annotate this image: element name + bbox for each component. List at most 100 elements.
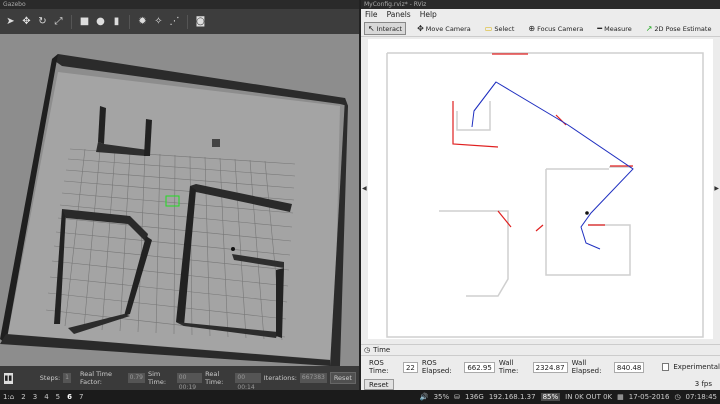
gazebo-window: Gazebo ➤ ✥ ↻ ⤢ ■ ● ▮ ✹ ✧ ⋰ ◙ ▮▮ Steps: 1… — [0, 0, 359, 391]
gazebo-toolbar: ➤ ✥ ↻ ⤢ ■ ● ▮ ✹ ✧ ⋰ ◙ — [0, 9, 359, 34]
disk-icon: ⛁ — [454, 393, 461, 401]
workspace-6[interactable]: 6 — [67, 393, 72, 401]
workspace-7[interactable]: 7 — [79, 393, 83, 401]
planned-path-branch — [471, 81, 497, 128]
wall-time-label: Wall Time: — [498, 359, 519, 375]
toolbar-divider — [71, 14, 72, 29]
time-row: ROS Time: 22 ROS Elapsed: 662.95 Wall Ti… — [361, 359, 720, 375]
translate-icon[interactable]: ✥ — [20, 15, 33, 28]
real-time-label: Real Time: — [205, 370, 224, 386]
ruler-icon: ━ — [597, 24, 603, 33]
time: 07:18:45 — [685, 393, 717, 401]
pause-button[interactable]: ▮▮ — [4, 372, 13, 384]
fps-readout: 3 fps — [694, 380, 712, 388]
steps-field[interactable]: 1 — [63, 373, 71, 383]
screenshot-icon[interactable]: ◙ — [194, 15, 207, 28]
laser-scan — [452, 53, 633, 232]
steps-label: Steps: — [39, 374, 61, 382]
system-tray: 🔊 35% ⛁ 136G 192.168.1.37 85% IN 0K OUT … — [420, 393, 720, 401]
ros-elapsed-label: ROS Elapsed: — [421, 359, 452, 375]
real-time-field: 00 00:14 — [235, 373, 261, 391]
scale-icon[interactable]: ⤢ — [52, 15, 65, 28]
time-panel: ◷ Time ROS Time: 22 ROS Elapsed: 662.95 … — [361, 344, 720, 390]
cylinder-icon[interactable]: ▮ — [110, 15, 123, 28]
tool-bar: ↖ Interact ✥ Move Camera ▭ Select ⊕ Focus Ca… — [361, 21, 720, 37]
time-panel-header: ◷ Time — [361, 345, 720, 356]
map-render — [386, 52, 704, 338]
tool-label: Move Camera — [425, 24, 471, 33]
time-panel-title: Time — [373, 346, 391, 354]
experimental-checkbox[interactable] — [662, 363, 670, 371]
clock-icon: ◷ — [364, 346, 371, 354]
pointer-icon[interactable]: ➤ — [4, 15, 17, 28]
sphere-icon[interactable]: ● — [94, 15, 107, 28]
map-walls — [386, 52, 704, 338]
tool-interact[interactable]: ↖ Interact — [364, 22, 407, 35]
menu-panels[interactable]: Panels — [387, 9, 411, 21]
tool-focus-camera[interactable]: ⊕ Focus Camera — [525, 23, 586, 34]
box-model[interactable] — [212, 139, 220, 147]
tool-move-camera[interactable]: ✥ Move Camera — [414, 23, 474, 34]
tool-measure[interactable]: ━ Measure — [594, 23, 634, 34]
left-panel-toggle-icon[interactable]: ◀ — [362, 185, 367, 192]
wall-time-field: 2324.87 — [532, 361, 568, 373]
right-panel-toggle-icon[interactable]: ▶ — [714, 185, 719, 192]
ros-time-label: ROS Time: — [369, 359, 389, 375]
rotate-icon[interactable]: ↻ — [36, 15, 49, 28]
sim-time-field: 00 00:19 — [176, 373, 203, 391]
gazebo-status-bar: ▮▮ Steps: 1 Real Time Factor: 0.79 Sim T… — [0, 366, 359, 391]
workspace-1[interactable]: 1:⌂ — [3, 393, 14, 401]
ip-address: 192.168.1.37 — [488, 393, 536, 401]
workspace-switcher: 1:⌂ 2 3 4 5 6 7 — [0, 393, 83, 401]
window-title: Gazebo — [0, 0, 359, 9]
menu-bar: File Panels Help — [361, 9, 720, 21]
iterations-field: 667383 — [299, 373, 327, 383]
workspace-2[interactable]: 2 — [21, 393, 25, 401]
rtf-field: 0.79 — [127, 373, 145, 383]
tool-label: Select — [494, 24, 515, 33]
tool-label: Measure — [604, 24, 632, 33]
menu-file[interactable]: File — [365, 9, 378, 21]
clock-icon: ◷ — [674, 393, 681, 401]
tool-label: Focus Camera — [537, 24, 584, 33]
pose-arrow-icon: ↗ — [645, 24, 653, 33]
rviz-map-view[interactable] — [368, 39, 713, 339]
box-icon[interactable]: ■ — [78, 15, 91, 28]
window-title: MyConfig.rviz* - RViz — [361, 0, 720, 9]
robot-pose — [585, 211, 589, 215]
rtf-label: Real Time Factor: — [79, 370, 112, 386]
network-io: IN 0K OUT 0K — [565, 393, 613, 401]
tool-label: Interact — [376, 24, 403, 33]
select-icon: ▭ — [484, 24, 493, 33]
dirlight-icon[interactable]: ⋰ — [168, 15, 181, 28]
ros-elapsed-field: 662.95 — [464, 361, 495, 373]
move-camera-icon: ✥ — [417, 24, 424, 33]
toolbar-divider — [187, 14, 188, 29]
sun-icon[interactable]: ✹ — [136, 15, 149, 28]
wall-elapsed-label: Wall Elapsed: — [571, 359, 602, 375]
experimental-label: Experimental — [673, 363, 720, 371]
sim-time-label: Sim Time: — [147, 370, 167, 386]
menu-help[interactable]: Help — [420, 9, 437, 21]
tool-2d-pose-estimate[interactable]: ↗ 2D Pose Estimate — [643, 23, 715, 34]
system-taskbar: 1:⌂ 2 3 4 5 6 7 🔊 35% ⛁ 136G 192.168.1.3… — [0, 390, 720, 404]
workspace-5[interactable]: 5 — [56, 393, 60, 401]
rviz-window: MyConfig.rviz* - RViz File Panels Help ↖… — [361, 0, 720, 390]
gazebo-3d-viewport[interactable] — [0, 34, 359, 366]
tool-select[interactable]: ▭ Select — [482, 23, 518, 34]
disk-free: 136G — [465, 393, 484, 401]
spotlight-icon[interactable]: ✧ — [152, 15, 165, 28]
volume-icon[interactable]: 🔊 — [420, 393, 429, 401]
workspace-3[interactable]: 3 — [33, 393, 37, 401]
scene-render — [0, 34, 359, 366]
calendar-icon: ▦ — [617, 393, 624, 401]
ros-time-field: 22 — [402, 361, 418, 373]
rviz-reset-button[interactable]: Reset — [364, 379, 394, 390]
robot-model[interactable] — [231, 247, 235, 251]
focus-camera-icon: ⊕ — [528, 24, 536, 33]
gazebo-reset-button[interactable]: Reset — [329, 372, 356, 384]
battery-level: 85% — [540, 393, 561, 401]
workspace-4[interactable]: 4 — [44, 393, 48, 401]
toolbar-divider — [129, 14, 130, 29]
tool-label: 2D Pose Estimate — [654, 24, 712, 33]
